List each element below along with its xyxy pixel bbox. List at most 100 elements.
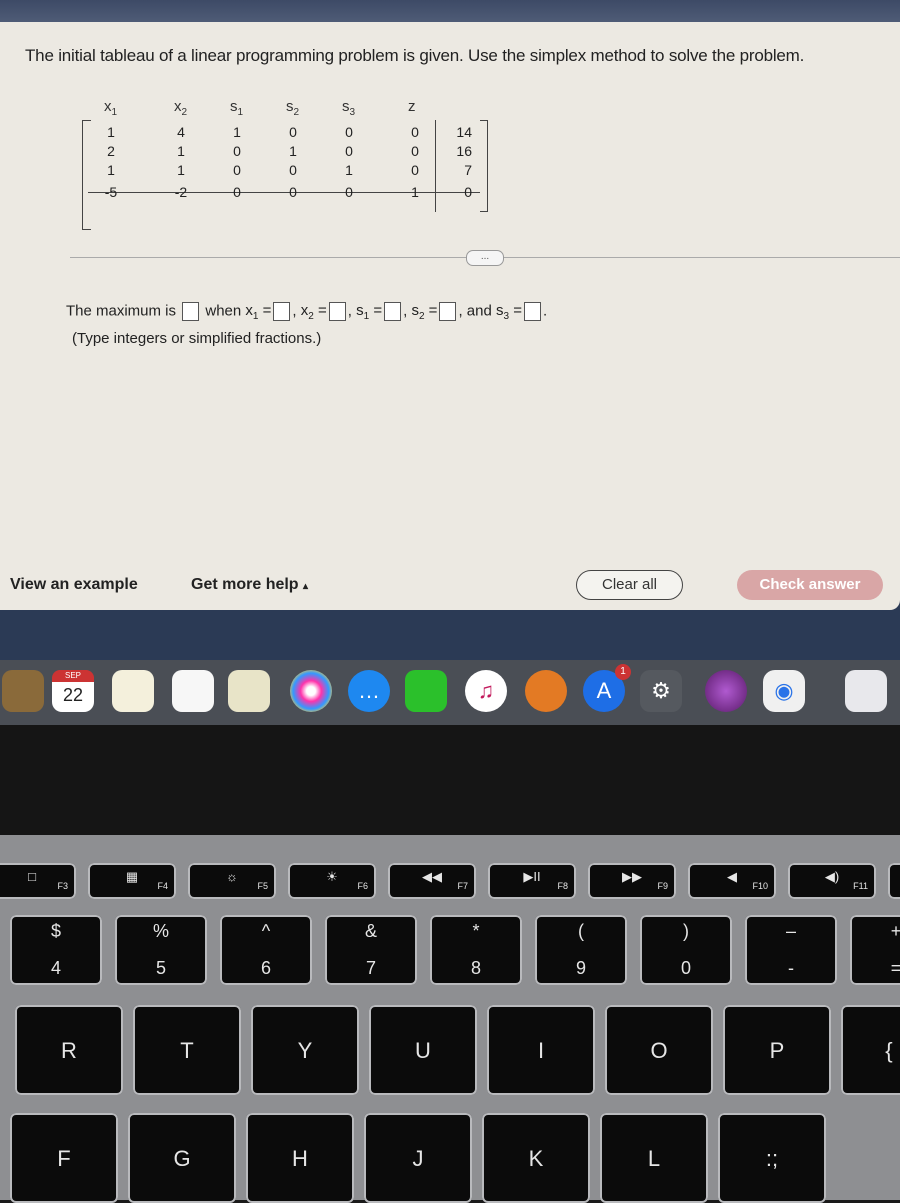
number-key[interactable]: % 5 [115, 915, 207, 985]
key-char: :; [765, 1146, 779, 1171]
header-base: s [342, 98, 350, 115]
check-answer-button[interactable]: Check answer [737, 570, 883, 600]
reminders-icon[interactable] [172, 670, 214, 712]
key-char: J [412, 1146, 424, 1171]
macos-dock: SEP 22 … ♫ A1 ⚙ ◉ [0, 660, 900, 725]
left-bracket [82, 120, 91, 230]
letter-key[interactable]: F [10, 1113, 118, 1203]
chrome-icon[interactable]: ◉ [763, 670, 805, 712]
contacts-icon[interactable] [2, 670, 44, 712]
function-key[interactable]: ▦ F4 [88, 863, 176, 899]
itunes-icon[interactable]: ♫ [465, 670, 507, 712]
calendar-day: 22 [62, 685, 84, 705]
format-hint: (Type integers or simplified fractions.) [72, 330, 322, 347]
letter-key[interactable]: O [605, 1005, 713, 1095]
letter-key[interactable]: P [723, 1005, 831, 1095]
tableau-cell: 1 [107, 162, 115, 178]
view-example-link[interactable]: View an example [10, 576, 138, 594]
letter-key[interactable]: K [482, 1113, 590, 1203]
function-key[interactable]: ☼ F5 [188, 863, 276, 899]
s1-input[interactable] [384, 302, 402, 321]
answer-sentence: The maximum is when x1 =, x2 =, s1 =, s2… [66, 302, 548, 323]
letter-key[interactable]: R [15, 1005, 123, 1095]
siri-icon[interactable] [705, 670, 747, 712]
letter-key[interactable]: Y [251, 1005, 359, 1095]
function-key-icon: ◀)) [888, 869, 900, 885]
key-shift-char: ^ [261, 921, 271, 941]
number-key[interactable]: $4 [10, 915, 102, 985]
letter-key[interactable]: H [246, 1113, 354, 1203]
tableau-rhs-cell: 0 [464, 184, 472, 200]
x1-input[interactable] [273, 302, 291, 321]
function-key-label: F10 [752, 881, 768, 891]
right-bracket [480, 120, 488, 212]
number-key[interactable]: ^ 6 [220, 915, 312, 985]
number-key[interactable]: + = [850, 915, 900, 985]
expand-button[interactable]: ... [466, 250, 504, 266]
key-shift-char: ( [578, 921, 584, 941]
header-subscript: 1 [111, 107, 118, 118]
function-key[interactable]: ◀ F10 [688, 863, 776, 899]
ibooks-icon[interactable] [525, 670, 567, 712]
letter-key[interactable]: G [128, 1113, 236, 1203]
key-char: O [650, 1038, 668, 1063]
facetime-icon[interactable] [405, 670, 447, 712]
tableau-cell: 0 [233, 143, 241, 159]
key-char: 0 [680, 958, 691, 978]
tableau-cell: 2 [107, 143, 115, 159]
maps-icon[interactable] [228, 670, 270, 712]
function-key[interactable]: ◀◀ F7 [388, 863, 476, 899]
photos-icon[interactable] [290, 670, 332, 712]
letter-key[interactable]: L [600, 1113, 708, 1203]
tableau-cell: 0 [233, 162, 241, 178]
tableau-rhs-cell: 7 [464, 162, 472, 178]
answer-prefix: The maximum is [66, 302, 177, 320]
s3-input[interactable] [523, 302, 541, 321]
x2-input[interactable] [328, 302, 346, 321]
question-text: The initial tableau of a linear programm… [25, 46, 805, 65]
key-char: { [ [885, 1038, 900, 1063]
clear-all-button[interactable]: Clear all [576, 570, 683, 600]
tableau-cell: 1 [177, 143, 185, 159]
letter-key[interactable]: I [487, 1005, 595, 1095]
function-key[interactable]: ☀ F6 [288, 863, 376, 899]
function-key[interactable]: ▶II F8 [488, 863, 576, 899]
messages-icon[interactable]: … [348, 670, 390, 712]
function-key[interactable]: □ F3 [0, 863, 76, 899]
notes-icon[interactable] [112, 670, 154, 712]
letter-key[interactable]: T [133, 1005, 241, 1095]
letter-key[interactable]: { [ [841, 1005, 900, 1095]
function-key[interactable]: ◀) F11 [788, 863, 876, 899]
max-value-input[interactable] [182, 302, 200, 321]
app-store-icon[interactable]: A1 [583, 664, 631, 712]
column-header: z [408, 98, 416, 118]
s2-input[interactable] [439, 302, 457, 321]
tableau-cell: 1 [411, 184, 419, 200]
tableau-cell: 0 [289, 184, 297, 200]
number-key[interactable]: (9 [535, 915, 627, 985]
key-char: U [415, 1038, 431, 1063]
letter-key[interactable]: U [369, 1005, 477, 1095]
number-key[interactable]: * 8 [430, 915, 522, 985]
system-preferences-icon[interactable]: ⚙ [640, 670, 682, 712]
number-key[interactable]: ) 0 [640, 915, 732, 985]
key-char: R [61, 1038, 77, 1063]
key-shift-char: % [152, 921, 169, 941]
calendar-month: SEP [52, 670, 94, 682]
tableau-cell: 0 [289, 162, 297, 178]
downloads-stack-icon[interactable] [845, 670, 887, 712]
get-more-help-link[interactable]: Get more help ▴ [191, 576, 308, 594]
number-key[interactable]: – - [745, 915, 837, 985]
calendar-icon[interactable]: SEP 22 [52, 670, 94, 712]
tableau-cell: 0 [233, 184, 241, 200]
function-key[interactable]: ◀))F12 [888, 863, 900, 899]
column-header: x1 [104, 98, 117, 118]
function-key[interactable]: ▶▶ F9 [588, 863, 676, 899]
letter-key[interactable]: J [364, 1113, 472, 1203]
key-char: 5 [155, 958, 166, 978]
number-key[interactable]: & 7 [325, 915, 417, 985]
letter-key[interactable]: :; [718, 1113, 826, 1203]
tableau-cell: 0 [411, 162, 419, 178]
column-header: x2 [174, 98, 187, 118]
key-char: F [57, 1146, 71, 1171]
